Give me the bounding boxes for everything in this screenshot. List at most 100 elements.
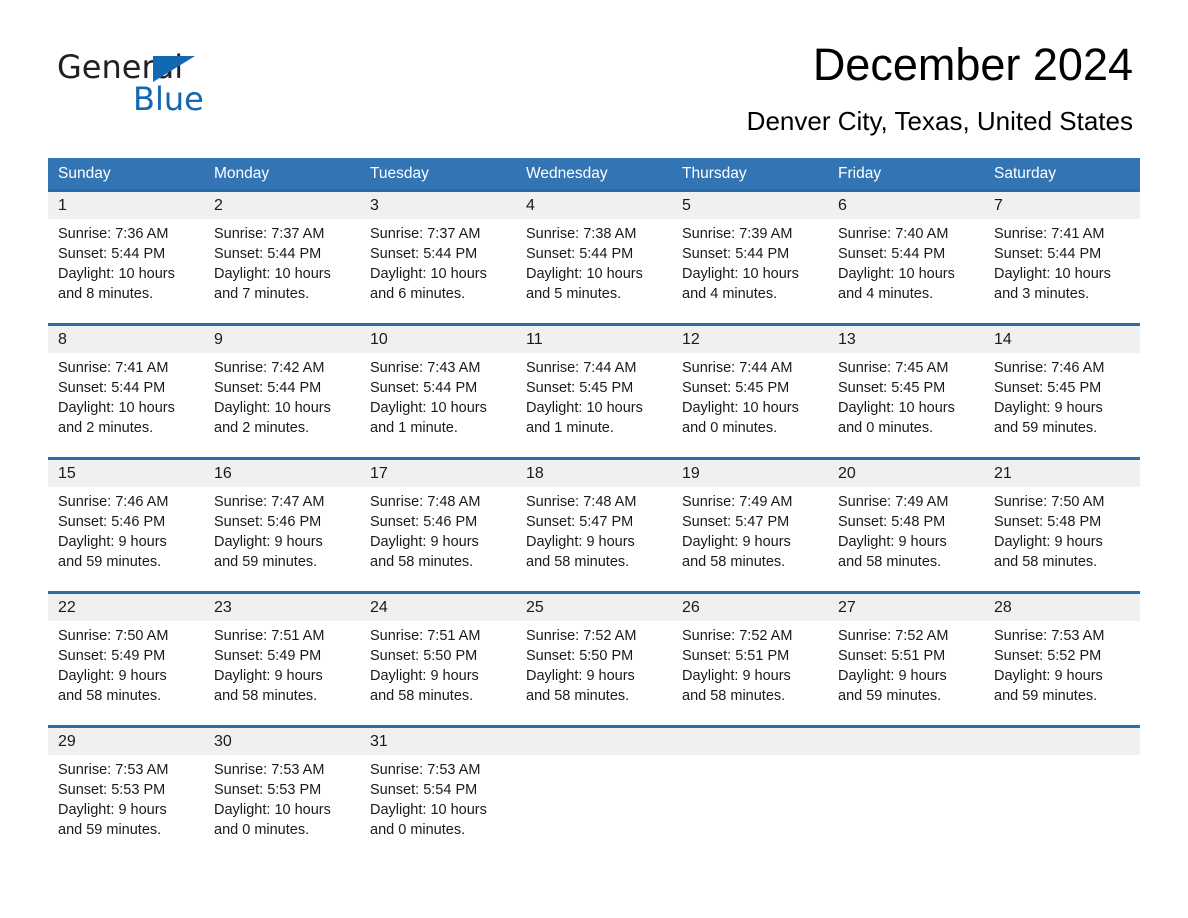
day-cell-11[interactable]: Sunrise: 7:44 AM Sunset: 5:45 PM Daylight:… bbox=[516, 353, 672, 457]
day-number-11[interactable]: 11 bbox=[516, 326, 672, 353]
day-number-3[interactable]: 3 bbox=[360, 192, 516, 219]
daylight-text-line1: Daylight: 9 hours bbox=[370, 534, 479, 550]
day-cell-17[interactable]: Sunrise: 7:48 AM Sunset: 5:46 PM Daylight:… bbox=[360, 487, 516, 591]
sunrise-text: Sunrise: 7:45 AM bbox=[838, 360, 949, 376]
day-number-2[interactable]: 2 bbox=[204, 192, 360, 219]
sunrise-text: Sunrise: 7:39 AM bbox=[682, 226, 793, 242]
sunrise-text: Sunrise: 7:46 AM bbox=[58, 494, 169, 510]
day-number-18[interactable]: 18 bbox=[516, 460, 672, 487]
day-number-9[interactable]: 9 bbox=[204, 326, 360, 353]
day-number-28[interactable]: 28 bbox=[984, 594, 1140, 621]
day-cell-18[interactable]: Sunrise: 7:48 AM Sunset: 5:47 PM Daylight:… bbox=[516, 487, 672, 591]
daylight-text-line2: and 59 minutes. bbox=[838, 688, 942, 704]
sunset-text: Sunset: 5:51 PM bbox=[838, 648, 946, 664]
daylight-text-line1: Daylight: 10 hours bbox=[214, 400, 331, 416]
day-cell-12[interactable]: Sunrise: 7:44 AM Sunset: 5:45 PM Daylight:… bbox=[672, 353, 828, 457]
sunrise-text: Sunrise: 7:47 AM bbox=[214, 494, 325, 510]
day-cell-3[interactable]: Sunrise: 7:37 AM Sunset: 5:44 PM Daylight:… bbox=[360, 219, 516, 323]
day-cell-27[interactable]: Sunrise: 7:52 AM Sunset: 5:51 PM Daylight:… bbox=[828, 621, 984, 725]
day-number-19[interactable]: 19 bbox=[672, 460, 828, 487]
day-cell-16[interactable]: Sunrise: 7:47 AM Sunset: 5:46 PM Daylight:… bbox=[204, 487, 360, 591]
day-number-20[interactable]: 20 bbox=[828, 460, 984, 487]
daylight-text-line2: and 58 minutes. bbox=[682, 688, 786, 704]
sunset-text: Sunset: 5:44 PM bbox=[214, 380, 322, 396]
day-number-13[interactable]: 13 bbox=[828, 326, 984, 353]
day-cell-25[interactable]: Sunrise: 7:52 AM Sunset: 5:50 PM Daylight:… bbox=[516, 621, 672, 725]
day-number-30[interactable]: 30 bbox=[204, 728, 360, 755]
day-cell-20[interactable]: Sunrise: 7:49 AM Sunset: 5:48 PM Daylight:… bbox=[828, 487, 984, 591]
day-number-25[interactable]: 25 bbox=[516, 594, 672, 621]
day-cell-empty bbox=[672, 755, 828, 859]
day-cell-31[interactable]: Sunrise: 7:53 AM Sunset: 5:54 PM Daylight:… bbox=[360, 755, 516, 859]
day-cell-1[interactable]: Sunrise: 7:36 AM Sunset: 5:44 PM Daylight:… bbox=[48, 219, 204, 323]
sunrise-text: Sunrise: 7:53 AM bbox=[214, 762, 325, 778]
day-cell-23[interactable]: Sunrise: 7:51 AM Sunset: 5:49 PM Daylight:… bbox=[204, 621, 360, 725]
daylight-text-line2: and 58 minutes. bbox=[526, 554, 630, 570]
sunrise-text: Sunrise: 7:53 AM bbox=[58, 762, 169, 778]
day-cell-14[interactable]: Sunrise: 7:46 AM Sunset: 5:45 PM Daylight:… bbox=[984, 353, 1140, 457]
day-cell-7[interactable]: Sunrise: 7:41 AM Sunset: 5:44 PM Daylight:… bbox=[984, 219, 1140, 323]
day-number-15[interactable]: 15 bbox=[48, 460, 204, 487]
sunset-text: Sunset: 5:47 PM bbox=[682, 514, 790, 530]
day-number-row: 1234567 bbox=[48, 192, 1140, 219]
day-number-12[interactable]: 12 bbox=[672, 326, 828, 353]
day-number-26[interactable]: 26 bbox=[672, 594, 828, 621]
sunset-text: Sunset: 5:44 PM bbox=[370, 246, 478, 262]
daylight-text-line2: and 59 minutes. bbox=[214, 554, 318, 570]
day-cell-26[interactable]: Sunrise: 7:52 AM Sunset: 5:51 PM Daylight:… bbox=[672, 621, 828, 725]
generalblue-logo[interactable]: General Blue bbox=[57, 50, 257, 120]
sunrise-text: Sunrise: 7:48 AM bbox=[526, 494, 637, 510]
day-cell-28[interactable]: Sunrise: 7:53 AM Sunset: 5:52 PM Daylight:… bbox=[984, 621, 1140, 725]
day-number-7[interactable]: 7 bbox=[984, 192, 1140, 219]
day-number-10[interactable]: 10 bbox=[360, 326, 516, 353]
day-number-8[interactable]: 8 bbox=[48, 326, 204, 353]
day-cell-30[interactable]: Sunrise: 7:53 AM Sunset: 5:53 PM Daylight:… bbox=[204, 755, 360, 859]
day-number-21[interactable]: 21 bbox=[984, 460, 1140, 487]
sunset-text: Sunset: 5:44 PM bbox=[526, 246, 634, 262]
day-cell-9[interactable]: Sunrise: 7:42 AM Sunset: 5:44 PM Daylight:… bbox=[204, 353, 360, 457]
sunrise-text: Sunrise: 7:52 AM bbox=[838, 628, 949, 644]
calendar-week-row: 8 9 10 11 12 13 14 Sunrise: 7:41 AM Sunset: 5:44… bbox=[48, 323, 1140, 457]
sunrise-text: Sunrise: 7:44 AM bbox=[682, 360, 793, 376]
day-cell-19[interactable]: Sunrise: 7:49 AM Sunset: 5:47 PM Daylight:… bbox=[672, 487, 828, 591]
day-number-6[interactable]: 6 bbox=[828, 192, 984, 219]
day-number-22[interactable]: 22 bbox=[48, 594, 204, 621]
day-number-16[interactable]: 16 bbox=[204, 460, 360, 487]
day-number-17[interactable]: 17 bbox=[360, 460, 516, 487]
day-cell-6[interactable]: Sunrise: 7:40 AM Sunset: 5:44 PM Daylight:… bbox=[828, 219, 984, 323]
day-number-31[interactable]: 31 bbox=[360, 728, 516, 755]
day-number-4[interactable]: 4 bbox=[516, 192, 672, 219]
day-cell-24[interactable]: Sunrise: 7:51 AM Sunset: 5:50 PM Daylight:… bbox=[360, 621, 516, 725]
day-cell-10[interactable]: Sunrise: 7:43 AM Sunset: 5:44 PM Daylight:… bbox=[360, 353, 516, 457]
day-cell-22[interactable]: Sunrise: 7:50 AM Sunset: 5:49 PM Daylight:… bbox=[48, 621, 204, 725]
daylight-text-line1: Daylight: 10 hours bbox=[682, 266, 799, 282]
day-cell-21[interactable]: Sunrise: 7:50 AM Sunset: 5:48 PM Daylight:… bbox=[984, 487, 1140, 591]
day-number-empty bbox=[672, 728, 828, 755]
daylight-text-line2: and 59 minutes. bbox=[58, 554, 162, 570]
calendar-week-row: 29 30 31 Sunrise: 7:53 AM Sunset: 5:53 PM Day… bbox=[48, 725, 1140, 859]
day-number-29[interactable]: 29 bbox=[48, 728, 204, 755]
day-cell-29[interactable]: Sunrise: 7:53 AM Sunset: 5:53 PM Daylight:… bbox=[48, 755, 204, 859]
daylight-text-line2: and 59 minutes. bbox=[58, 822, 162, 838]
sunset-text: Sunset: 5:44 PM bbox=[370, 380, 478, 396]
sunrise-text: Sunrise: 7:43 AM bbox=[370, 360, 481, 376]
daylight-text-line2: and 6 minutes. bbox=[370, 286, 466, 302]
sunset-text: Sunset: 5:46 PM bbox=[370, 514, 478, 530]
weekday-header-wednesday: Wednesday bbox=[526, 165, 608, 182]
day-cell-13[interactable]: Sunrise: 7:45 AM Sunset: 5:45 PM Daylight:… bbox=[828, 353, 984, 457]
day-number-1[interactable]: 1 bbox=[48, 192, 204, 219]
day-cell-15[interactable]: Sunrise: 7:46 AM Sunset: 5:46 PM Daylight:… bbox=[48, 487, 204, 591]
day-cell-4[interactable]: Sunrise: 7:38 AM Sunset: 5:44 PM Daylight:… bbox=[516, 219, 672, 323]
day-number-5[interactable]: 5 bbox=[672, 192, 828, 219]
day-number-27[interactable]: 27 bbox=[828, 594, 984, 621]
daylight-text-line2: and 0 minutes. bbox=[838, 420, 934, 436]
day-number-23[interactable]: 23 bbox=[204, 594, 360, 621]
day-cell-2[interactable]: Sunrise: 7:37 AM Sunset: 5:44 PM Daylight:… bbox=[204, 219, 360, 323]
day-cell-8[interactable]: Sunrise: 7:41 AM Sunset: 5:44 PM Daylight:… bbox=[48, 353, 204, 457]
day-number-24[interactable]: 24 bbox=[360, 594, 516, 621]
day-number-14[interactable]: 14 bbox=[984, 326, 1140, 353]
day-number-row: 15 16 17 18 19 20 21 bbox=[48, 460, 1140, 487]
daylight-text-line2: and 7 minutes. bbox=[214, 286, 310, 302]
day-cell-5[interactable]: Sunrise: 7:39 AM Sunset: 5:44 PM Daylight:… bbox=[672, 219, 828, 323]
sunrise-text: Sunrise: 7:50 AM bbox=[58, 628, 169, 644]
